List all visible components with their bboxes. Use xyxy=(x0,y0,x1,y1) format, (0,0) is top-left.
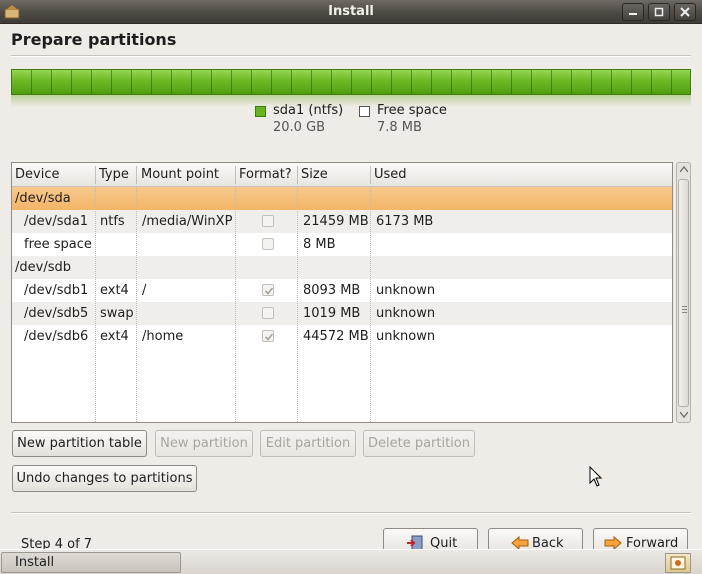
legend-name: sda1 (ntfs) xyxy=(273,103,344,118)
column-header-size[interactable]: Size xyxy=(301,167,328,182)
taskbar: Install xyxy=(0,549,702,574)
checkmark-icon xyxy=(264,287,274,295)
column-header-device[interactable]: Device xyxy=(15,167,59,182)
column-header-type[interactable]: Type xyxy=(99,167,129,182)
new-partition-table-button[interactable]: New partition table xyxy=(12,430,147,457)
cell-device: /dev/sdb6 xyxy=(24,329,89,344)
legend-swatch xyxy=(359,106,370,117)
table-row[interactable]: free space 8 MB xyxy=(12,233,672,256)
edit-partition-button[interactable]: Edit partition xyxy=(260,430,356,457)
cell-used: unknown xyxy=(376,283,436,298)
page-title: Prepare partitions xyxy=(11,30,177,49)
cell-device: /dev/sdb1 xyxy=(24,283,89,298)
partition-bar-sda1 xyxy=(11,69,691,95)
table-row[interactable]: /dev/sdb xyxy=(12,256,672,279)
mouse-cursor-icon xyxy=(589,466,603,487)
undo-changes-button[interactable]: Undo changes to partitions xyxy=(12,465,197,492)
heading-divider xyxy=(11,55,691,57)
scrollbar-thumb[interactable] xyxy=(678,179,689,407)
scroll-down-icon[interactable] xyxy=(680,412,688,418)
cell-device: /dev/sda xyxy=(15,191,71,206)
minimize-icon xyxy=(629,13,637,15)
window-titlebar[interactable]: Install xyxy=(0,0,702,24)
delete-partition-button[interactable]: Delete partition xyxy=(363,430,475,457)
column-header-format[interactable]: Format? xyxy=(239,167,292,182)
cell-device: /dev/sdb5 xyxy=(24,306,89,321)
cell-mount: /media/WinXP xyxy=(142,214,233,229)
minimize-button[interactable] xyxy=(622,3,644,21)
cell-type: swap xyxy=(100,306,134,321)
checkmark-icon xyxy=(264,333,274,341)
column-header-mount-point[interactable]: Mount point xyxy=(141,167,219,182)
format-checkbox[interactable] xyxy=(262,284,274,296)
format-checkbox[interactable] xyxy=(262,330,274,342)
footer-divider xyxy=(11,512,691,514)
maximize-button[interactable] xyxy=(648,3,670,21)
format-checkbox[interactable] xyxy=(262,238,274,250)
maximize-icon xyxy=(654,7,664,17)
close-button[interactable] xyxy=(674,3,696,21)
partition-table[interactable]: Device Type Mount point Format? Size Use… xyxy=(11,162,673,423)
table-header: Device Type Mount point Format? Size Use… xyxy=(12,163,672,187)
cell-size: 8 MB xyxy=(303,237,336,252)
partition-bar xyxy=(11,69,691,107)
cell-size: 8093 MB xyxy=(303,283,361,298)
window-title: Install xyxy=(328,4,374,19)
cell-device: /dev/sdb xyxy=(15,260,71,275)
format-checkbox[interactable] xyxy=(262,215,274,227)
cell-used: unknown xyxy=(376,306,436,321)
table-row[interactable]: /dev/sdb6 ext4/home 44572 MB unknown xyxy=(12,325,672,348)
cell-type: ext4 xyxy=(100,283,129,298)
legend-size: 7.8 MB xyxy=(377,120,422,135)
cell-size: 21459 MB xyxy=(303,214,369,229)
column-header-used[interactable]: Used xyxy=(374,167,407,182)
cell-device: /dev/sda1 xyxy=(24,214,88,229)
new-partition-button[interactable]: New partition xyxy=(155,430,253,457)
cell-used: unknown xyxy=(376,329,436,344)
cell-mount: /home xyxy=(142,329,184,344)
table-row[interactable]: /dev/sda xyxy=(12,187,672,210)
table-row[interactable]: /dev/sdb5 swap 1019 MB unknown xyxy=(12,302,672,325)
cell-size: 1019 MB xyxy=(303,306,361,321)
cell-type: ext4 xyxy=(100,329,129,344)
tray-installer-icon[interactable] xyxy=(665,553,691,573)
table-scrollbar[interactable] xyxy=(676,162,691,423)
cell-type: ntfs xyxy=(100,214,125,229)
close-icon xyxy=(680,7,690,17)
table-row[interactable]: /dev/sda1 ntfs/media/WinXP 21459 MB 6173 MB xyxy=(12,210,672,233)
scroll-up-icon[interactable] xyxy=(680,166,688,172)
table-row[interactable]: /dev/sdb1 ext4 / 8093 MB unknown xyxy=(12,279,672,302)
format-checkbox[interactable] xyxy=(262,307,274,319)
taskbar-item-install[interactable]: Install xyxy=(1,552,181,573)
legend-size: 20.0 GB xyxy=(273,120,326,135)
legend-swatch xyxy=(255,106,266,117)
cell-size: 44572 MB xyxy=(303,329,369,344)
cell-device: free space xyxy=(24,237,92,252)
cell-used: 6173 MB xyxy=(376,214,434,229)
cell-mount: / xyxy=(142,283,147,298)
installer-tray-icon xyxy=(670,556,686,570)
legend-name: Free space xyxy=(377,103,447,118)
